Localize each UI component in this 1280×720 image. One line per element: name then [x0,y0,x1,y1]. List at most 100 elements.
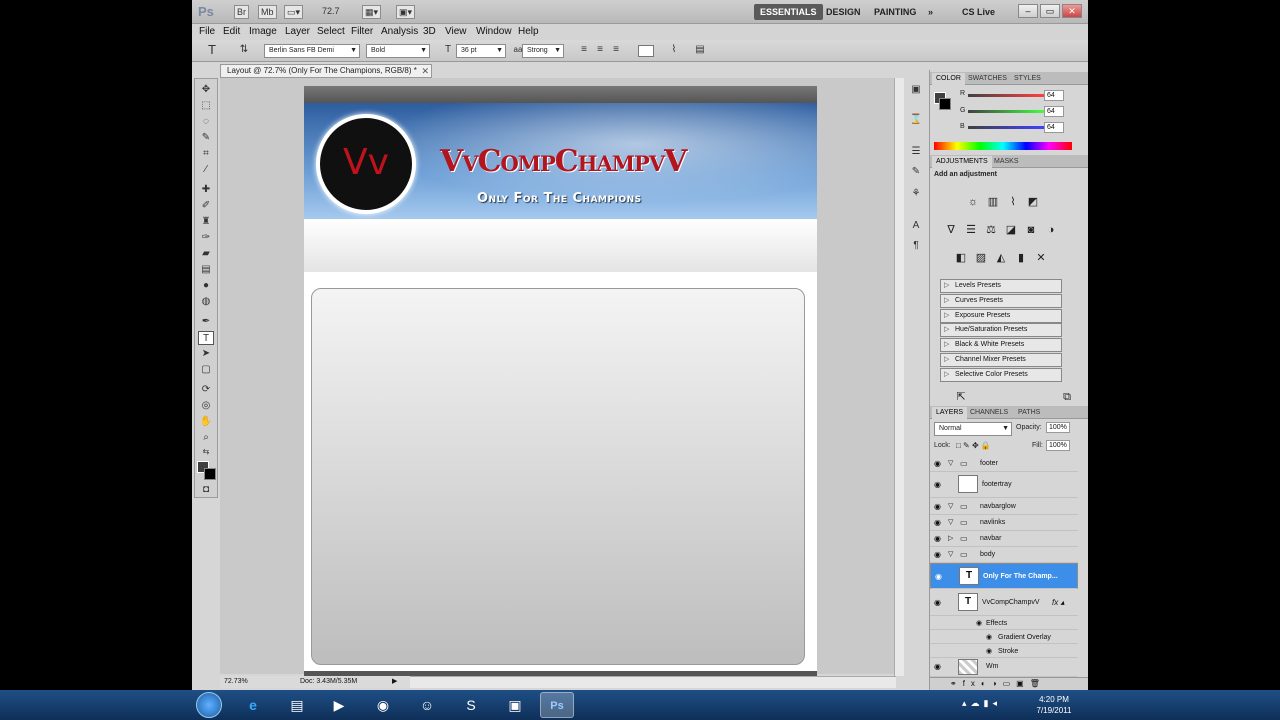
system-tray-icons[interactable]: ▴☁▮◂ [962,698,1001,709]
visibility-eye-icon[interactable]: ◉ [934,659,941,675]
font-style-select[interactable]: Bold ▼ [366,44,430,58]
cs-live-button[interactable]: CS Live [956,4,1001,20]
effect-row[interactable]: ◉ Stroke [930,645,1078,658]
posterize-icon[interactable]: ▨ [974,251,988,265]
type-tool-preset-icon[interactable]: T [204,43,220,57]
effect-eye-icon[interactable]: ◉ [986,645,992,658]
screen-mode-icon[interactable]: ▣▾ [396,5,416,19]
crop-tool-icon[interactable]: ⌗ [198,147,214,161]
channel-b-slider[interactable] [968,126,1044,129]
taskbar-clock[interactable]: 4:20 PM 7/19/2011 [1024,694,1084,716]
preset-selective-color[interactable]: Selective Color Presets [940,368,1062,382]
blur-tool-icon[interactable]: ● [198,279,214,293]
menu-layer[interactable]: Layer [285,26,310,37]
healing-brush-tool-icon[interactable]: ✚ [198,183,214,197]
restore-button[interactable]: ▭ [1040,4,1060,18]
3d-rotate-tool-icon[interactable]: ⟳ [198,383,214,397]
background-color-swatch[interactable] [204,468,216,480]
hand-tool-icon[interactable]: ✋ [198,415,214,429]
fill-field[interactable]: 100% [1046,440,1070,451]
document-canvas[interactable]: Vv VvCompChampvV Only For The Champions [304,86,817,676]
brush-tool-icon[interactable]: ✐ [198,199,214,213]
align-left-icon[interactable]: ≡ [576,43,592,57]
bridge-icon[interactable]: Br [234,5,249,19]
type-tool-icon[interactable]: T [198,331,214,345]
lasso-tool-icon[interactable]: ◌ [198,115,214,129]
channel-r-slider[interactable] [968,94,1044,97]
history-brush-tool-icon[interactable]: ✑ [198,231,214,245]
eraser-tool-icon[interactable]: ▰ [198,247,214,261]
menu-window[interactable]: Window [476,26,512,37]
document-tab[interactable]: Layout @ 72.7% (Only For The Champions, … [220,64,432,78]
channel-b-value[interactable]: 64 [1044,122,1064,133]
curves-icon[interactable]: ⌇ [1006,195,1020,209]
group-toggle-icon[interactable]: ▽ [948,499,953,515]
tab-masks[interactable]: MASKS [990,156,1023,168]
visibility-eye-icon[interactable]: ◉ [935,569,942,585]
preset-exposure[interactable]: Exposure Presets [940,309,1062,323]
layer-row[interactable]: ◉ T VvCompChampvV fx ▴ [930,590,1078,616]
invert-icon[interactable]: ◧ [954,251,968,265]
gradient-map-icon[interactable]: ▮ [1014,251,1028,265]
internet-explorer-icon[interactable]: e [236,692,270,718]
character-panel-icon[interactable]: ▤ [692,43,708,57]
visibility-eye-icon[interactable]: ◉ [934,456,941,472]
arrange-documents-icon[interactable]: ▦▾ [362,5,382,19]
channel-r-value[interactable]: 64 [1044,90,1064,101]
group-toggle-icon[interactable]: ▽ [948,515,953,531]
layers-footer-buttons[interactable]: ⚭fx◐◑▭▣🗑 [930,677,1088,690]
messenger-icon[interactable]: ☺ [410,692,444,718]
swap-colors-icon[interactable]: ⇆ [198,445,214,459]
group-toggle-icon[interactable]: ▽ [948,547,953,563]
minimize-button[interactable]: – [1018,4,1038,18]
move-tool-icon[interactable]: ✥ [198,83,214,97]
menu-help[interactable]: Help [518,26,539,37]
channel-g-value[interactable]: 64 [1044,106,1064,117]
zoom-tool-icon[interactable]: ⌕ [198,431,214,445]
tab-styles[interactable]: STYLES [1010,73,1045,85]
menu-analysis[interactable]: Analysis [381,26,418,37]
visibility-eye-icon[interactable]: ◉ [934,515,941,531]
visibility-eye-icon[interactable]: ◉ [934,499,941,515]
clip-to-layer-icon[interactable]: ⧉ [1060,390,1074,404]
hue-saturation-icon[interactable]: ☰ [964,223,978,237]
menu-image[interactable]: Image [249,26,277,37]
align-center-icon[interactable]: ≡ [592,43,608,57]
mini-bridge-panel-icon[interactable]: ▣ [909,84,923,98]
mini-bridge-icon[interactable]: Mb [258,5,277,19]
channel-mixer-icon[interactable]: ◑ [1044,223,1058,237]
return-to-list-icon[interactable]: ⇱ [954,390,968,404]
preset-black-white[interactable]: Black & White Presets [940,338,1062,352]
character-icon[interactable]: A [909,220,923,234]
dodge-tool-icon[interactable]: ◍ [198,295,214,309]
eyedropper-tool-icon[interactable]: ⁄ [198,163,214,177]
layer-row[interactable]: ◉ ▷ ▭ navbar [930,531,1078,547]
color-spectrum[interactable] [934,142,1072,150]
pen-tool-icon[interactable]: ✒ [198,315,214,329]
text-orientation-icon[interactable]: ⇅ [236,43,252,57]
align-right-icon[interactable]: ≡ [608,43,624,57]
black-white-icon[interactable]: ◪ [1004,223,1018,237]
shape-tool-icon[interactable]: ▢ [198,363,214,377]
tab-swatches[interactable]: SWATCHES [964,73,1011,85]
workspace-painting[interactable]: PAINTING [868,4,922,20]
layer-row[interactable]: ◉ ▽ ▭ navbarglow [930,499,1078,515]
visibility-eye-icon[interactable]: ◉ [934,595,941,611]
view-extras-icon[interactable]: ▭▾ [284,5,304,19]
lock-icons[interactable]: □ ✎ ✥ 🔒 [956,441,991,450]
close-button[interactable]: ✕ [1062,4,1082,18]
tab-adjustments[interactable]: ADJUSTMENTS [932,156,992,168]
effect-row[interactable]: ◉ Gradient Overlay [930,631,1078,644]
media-player-icon[interactable]: ▶ [322,692,356,718]
anti-alias-select[interactable]: Strong ▼ [522,44,564,58]
opacity-field[interactable]: 100% [1046,422,1070,433]
font-family-select[interactable]: Berlin Sans FB Demi ▼ [264,44,360,58]
blend-mode-select[interactable]: Normal ▼ [934,422,1012,436]
visibility-eye-icon[interactable]: ◉ [934,531,941,547]
menu-select[interactable]: Select [317,26,345,37]
fx-icon[interactable]: fx ▴ [1052,595,1064,611]
preset-hue-saturation[interactable]: Hue/Saturation Presets [940,323,1062,337]
exposure-icon[interactable]: ◩ [1026,195,1040,209]
tab-color[interactable]: COLOR [932,73,965,85]
text-color-swatch[interactable] [638,45,654,57]
